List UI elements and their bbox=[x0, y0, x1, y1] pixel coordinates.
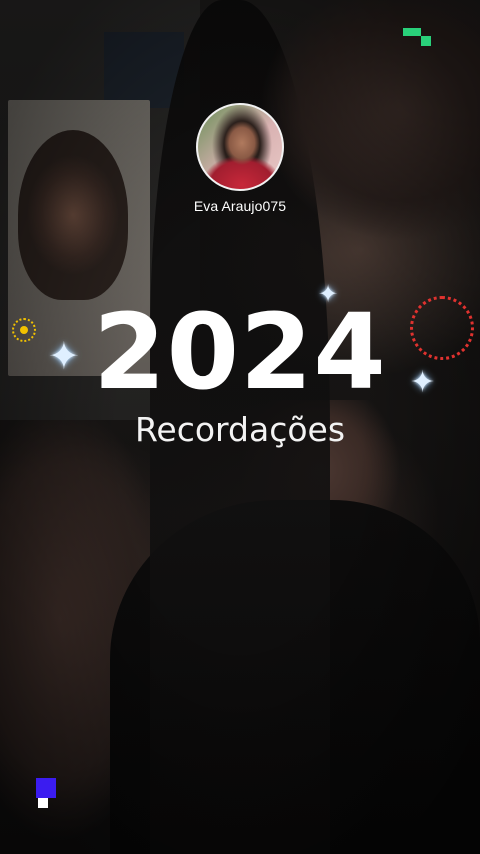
avatar[interactable] bbox=[196, 103, 284, 191]
story-screen: Eva Araujo075 ✦ ✦ ✦ 2024 Recordações bbox=[0, 0, 480, 854]
corner-pixel-green-icon bbox=[403, 28, 421, 36]
username[interactable]: Eva Araujo075 bbox=[0, 198, 480, 214]
year-title: 2024 bbox=[93, 291, 387, 413]
corner-pixel-green-icon bbox=[421, 36, 431, 46]
corner-pixel-white-icon bbox=[38, 798, 48, 808]
corner-pixel-blue-icon bbox=[36, 778, 56, 798]
subtitle: Recordações bbox=[134, 410, 346, 449]
